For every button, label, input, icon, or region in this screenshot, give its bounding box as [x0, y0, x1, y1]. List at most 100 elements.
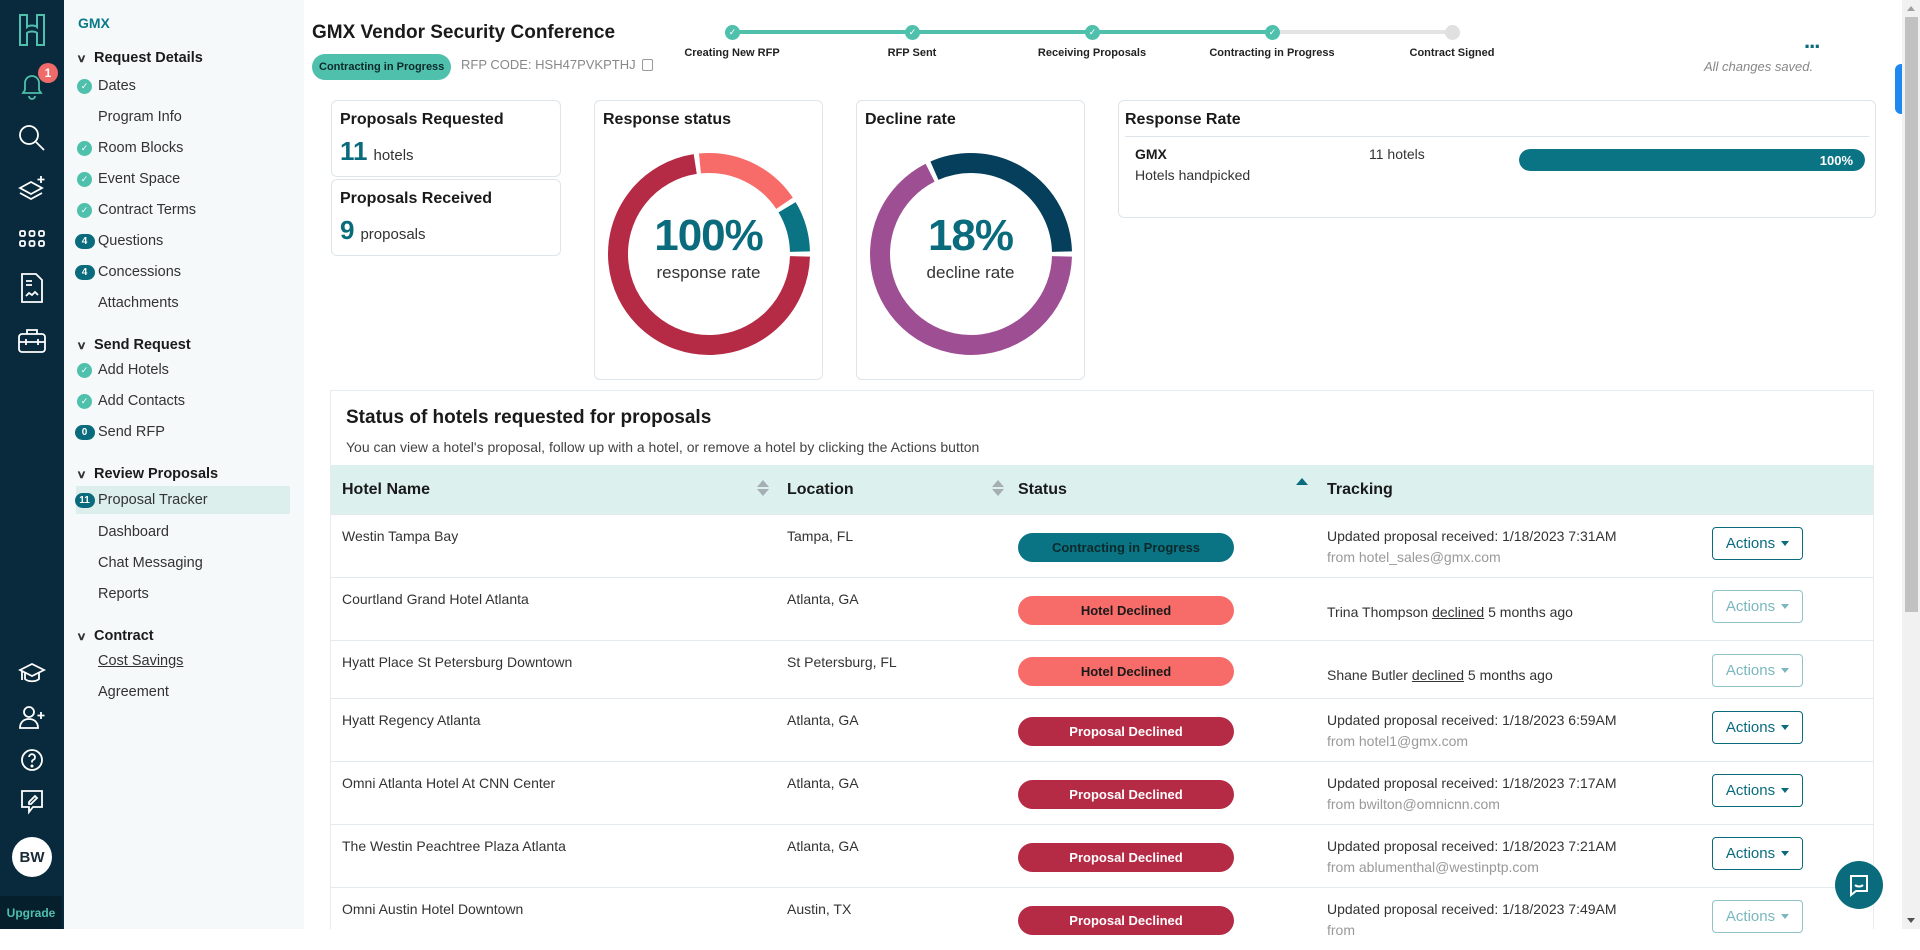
actions-button[interactable]: Actions	[1712, 527, 1803, 560]
document-chart-icon[interactable]	[0, 271, 64, 305]
layers-plus-icon[interactable]	[0, 172, 64, 206]
more-options-button[interactable]: ...	[1804, 28, 1820, 54]
sidebar-item-event-space[interactable]: ✓ Event Space	[76, 165, 290, 193]
sidebar-item-proposal-tracker[interactable]: 11 Proposal Tracker	[74, 486, 290, 514]
donut-segment-hotel-declined[interactable]	[698, 153, 793, 210]
actions-button[interactable]: Actions	[1712, 590, 1803, 623]
tracking-from: from ablumenthal@westinptp.com	[1327, 859, 1539, 875]
actions-button[interactable]: Actions	[1712, 711, 1803, 744]
divider	[1125, 136, 1869, 137]
sidebar-item-room-blocks[interactable]: ✓ Room Blocks	[76, 134, 290, 162]
help-icon[interactable]	[0, 743, 64, 777]
sidebar-item-cost-savings[interactable]: Cost Savings	[76, 647, 290, 675]
scrollbar[interactable]	[1902, 0, 1920, 929]
graduation-cap-icon[interactable]	[0, 658, 64, 690]
table-description: You can view a hotel's proposal, follow …	[346, 439, 980, 455]
chevron-down-icon: ∨	[76, 339, 87, 352]
column-status[interactable]: Status	[1018, 465, 1067, 514]
upgrade-button[interactable]: Upgrade	[0, 896, 62, 929]
section-review-proposals[interactable]: ∨ Review Proposals	[76, 466, 218, 482]
sidebar-item-label: Contract Terms	[98, 202, 197, 218]
table-header: Hotel Name Location Status Tracking	[331, 465, 1873, 514]
hotel-name[interactable]: Omni Atlanta Hotel At CNN Center	[342, 775, 555, 791]
status-badge: Proposal Declined	[1018, 780, 1234, 809]
section-contract[interactable]: ∨ Contract	[76, 628, 153, 644]
sidebar-item-label: Proposal Tracker	[98, 492, 208, 508]
caret-down-icon	[1781, 541, 1790, 546]
hotel-name[interactable]: Westin Tampa Bay	[342, 528, 458, 544]
sidebar-item-reports[interactable]: Reports	[76, 580, 290, 608]
toolbox-icon[interactable]	[0, 324, 64, 356]
search-icon[interactable]	[0, 121, 64, 155]
tracking-from: from bwilton@omnicnn.com	[1327, 796, 1500, 812]
feedback-icon[interactable]	[0, 785, 64, 819]
tracking-person: Shane Butler	[1327, 667, 1408, 683]
sidebar-item-dashboard[interactable]: Dashboard	[76, 518, 290, 546]
sidebar: GMX ∨ Request Details ✓ Dates Program Info ✓ R…	[64, 0, 304, 929]
tracking-when: 5 months ago	[1488, 604, 1573, 620]
hotel-name[interactable]: Courtland Grand Hotel Atlanta	[342, 591, 529, 607]
status-pill: Contracting in Progress	[312, 54, 452, 80]
hotel-name[interactable]: Hyatt Place St Petersburg Downtown	[342, 654, 572, 670]
response-sub: Hotels handpicked	[1135, 167, 1251, 183]
sidebar-item-label: Cost Savings	[98, 653, 184, 669]
step-label: Creating New RFP	[684, 47, 780, 59]
tracking-text: Shane Butler declined 5 months ago	[1327, 667, 1553, 683]
sidebar-item-contract-terms[interactable]: ✓ Contract Terms	[76, 196, 290, 224]
sidebar-item-questions[interactable]: 4 Questions	[74, 227, 290, 255]
table-row: Hyatt Place St Petersburg Downtown St Pet…	[331, 640, 1873, 698]
actions-label: Actions	[1725, 719, 1776, 736]
hotel-name[interactable]: Omni Austin Hotel Downtown	[342, 901, 523, 917]
hotels-table: Status of hotels requested for proposals…	[330, 390, 1874, 938]
chat-widget-button[interactable]	[1835, 861, 1883, 909]
caret-down-icon	[1781, 725, 1790, 730]
scroll-up-icon[interactable]	[1907, 6, 1915, 11]
count-badge: 4	[74, 264, 95, 280]
actions-button[interactable]: Actions	[1712, 654, 1803, 687]
sidebar-item-send-rfp[interactable]: 0 Send RFP	[74, 418, 290, 446]
sidebar-item-add-contacts[interactable]: ✓ Add Contacts	[76, 387, 290, 415]
sidebar-item-chat-messaging[interactable]: Chat Messaging	[76, 549, 290, 577]
sidebar-item-add-hotels[interactable]: ✓ Add Hotels	[76, 356, 290, 384]
sidebar-item-label: Chat Messaging	[98, 555, 203, 571]
sidebar-item-dates[interactable]: ✓ Dates	[76, 72, 290, 100]
user-plus-icon[interactable]	[0, 700, 64, 734]
declined-link[interactable]: declined	[1412, 667, 1464, 683]
chevron-down-icon: ∨	[76, 468, 87, 481]
scrollbar-thumb[interactable]	[1905, 17, 1918, 612]
sidebar-item-label: Questions	[98, 233, 164, 249]
section-request-details[interactable]: ∨ Request Details	[76, 50, 203, 66]
hotel-name[interactable]: The Westin Peachtree Plaza Atlanta	[342, 838, 566, 854]
sort-status-icon[interactable]	[1296, 478, 1308, 498]
sort-location-icon[interactable]	[992, 480, 1004, 500]
scroll-down-icon[interactable]	[1907, 918, 1915, 923]
sort-hotel-name-icon[interactable]	[757, 480, 769, 500]
status-badge: Proposal Declined	[1018, 717, 1234, 746]
hotel-name[interactable]: Hyatt Regency Atlanta	[342, 712, 481, 728]
decline-rate-caption: decline rate	[926, 263, 1015, 282]
declined-link[interactable]: declined	[1432, 604, 1484, 620]
caret-down-icon	[1781, 788, 1790, 793]
column-location[interactable]: Location	[787, 465, 854, 514]
response-org: GMX	[1135, 146, 1167, 162]
grid-icon[interactable]	[0, 224, 64, 254]
column-hotel-name[interactable]: Hotel Name	[342, 465, 430, 514]
response-hotels: 11 hotels	[1369, 146, 1425, 162]
actions-button[interactable]: Actions	[1712, 774, 1803, 807]
section-send-request[interactable]: ∨ Send Request	[76, 337, 190, 353]
avatar[interactable]: BW	[12, 837, 52, 877]
check-icon: ✓	[77, 171, 92, 187]
tracking-when: 5 months ago	[1467, 667, 1553, 683]
step-connector	[732, 30, 912, 34]
sidebar-item-attachments[interactable]: Attachments	[76, 289, 290, 317]
actions-button[interactable]: Actions	[1712, 837, 1803, 870]
column-tracking[interactable]: Tracking	[1327, 465, 1393, 514]
tracking-text: Updated proposal received: 1/18/2023 7:4…	[1327, 901, 1617, 917]
logo-icon[interactable]	[0, 10, 64, 50]
actions-button[interactable]: Actions	[1712, 900, 1803, 933]
sidebar-item-concessions[interactable]: 4 Concessions	[74, 258, 290, 286]
sidebar-item-agreement[interactable]: Agreement	[76, 678, 290, 706]
table-row: The Westin Peachtree Plaza Atlanta Atlant…	[331, 824, 1873, 887]
sidebar-item-program-info[interactable]: Program Info	[76, 103, 290, 131]
actions-label: Actions	[1725, 598, 1776, 615]
